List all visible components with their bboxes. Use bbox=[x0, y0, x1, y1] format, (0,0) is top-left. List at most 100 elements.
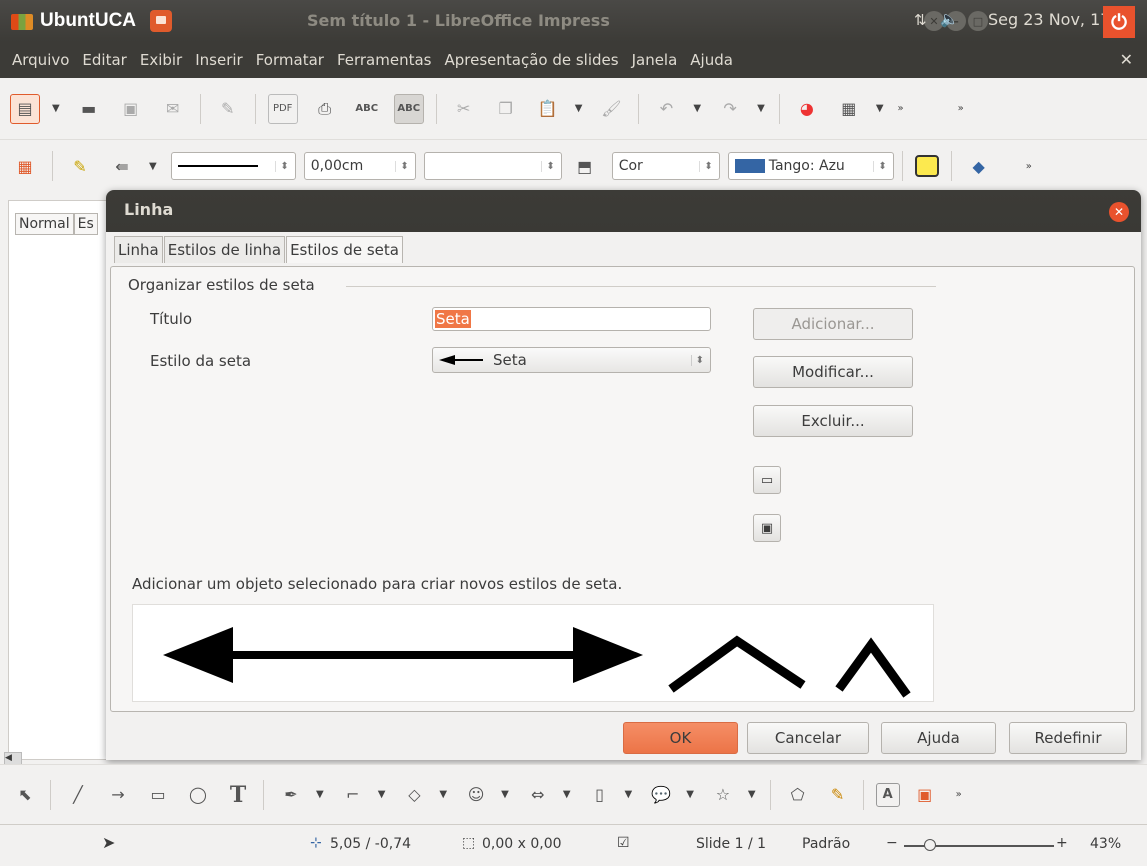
impress-app-icon[interactable] bbox=[150, 10, 173, 32]
toolbar-overflow-icon[interactable]: » bbox=[958, 103, 964, 114]
symbol-shapes-dropdown-icon[interactable]: ▼ bbox=[501, 789, 509, 800]
connector-icon[interactable]: ⌐ bbox=[338, 780, 368, 810]
line-width-field[interactable]: 0,00cm ⬍ bbox=[303, 152, 416, 180]
power-icon[interactable]: ⏻ bbox=[1103, 6, 1135, 38]
area-fill-type-select[interactable]: Cor ⬍ bbox=[611, 152, 720, 180]
cancel-button[interactable]: Cancelar bbox=[747, 722, 869, 754]
arrow-style-icon[interactable]: ⇚ bbox=[107, 151, 137, 181]
menu-exibir[interactable]: Exibir bbox=[140, 51, 182, 69]
window-maximize-icon[interactable]: □ bbox=[968, 11, 988, 31]
insert-image-icon[interactable]: ▣ bbox=[910, 780, 940, 810]
shadow-icon[interactable] bbox=[914, 155, 939, 177]
autospellcheck-icon[interactable]: ABC bbox=[393, 93, 424, 124]
area-fill-color-select[interactable]: Tango: Azu ⬍ bbox=[727, 152, 894, 180]
undo-icon[interactable]: ↶ bbox=[651, 94, 681, 124]
network-icon[interactable]: ⇅ bbox=[914, 11, 927, 29]
tab-estilos-de-linha[interactable]: Estilos de linha bbox=[163, 236, 286, 263]
menu-arquivo[interactable]: Arquivo bbox=[12, 51, 69, 69]
ok-button[interactable]: OK bbox=[623, 722, 738, 754]
more-toolbar-icon[interactable]: » bbox=[898, 103, 904, 114]
toolbar-overflow-icon[interactable]: » bbox=[956, 789, 962, 800]
add-button[interactable]: Adicionar... bbox=[753, 308, 913, 340]
paste-icon[interactable]: 📋 bbox=[533, 94, 563, 124]
save-arrow-styles-button[interactable]: ▣ bbox=[753, 514, 781, 542]
line-tool-icon[interactable]: ╱ bbox=[63, 780, 93, 810]
arrow-style-select[interactable]: Seta ⬍ bbox=[432, 347, 711, 373]
delete-button[interactable]: Excluir... bbox=[753, 405, 913, 437]
line-icon[interactable]: ✎ bbox=[65, 151, 95, 181]
connector-dropdown-icon[interactable]: ▼ bbox=[378, 789, 386, 800]
curve-dropdown-icon[interactable]: ▼ bbox=[316, 789, 324, 800]
fontwork-icon[interactable]: A bbox=[875, 782, 900, 807]
edit-file-icon[interactable]: ✎ bbox=[213, 94, 243, 124]
stars-dropdown-icon[interactable]: ▼ bbox=[748, 789, 756, 800]
title-input[interactable]: Seta bbox=[432, 307, 711, 331]
spellcheck-icon[interactable]: ABC bbox=[352, 94, 382, 124]
slide-icon[interactable]: ▦ bbox=[10, 151, 40, 181]
arrow-style-dropdown-icon[interactable]: ▼ bbox=[149, 161, 157, 172]
volume-icon[interactable]: 🔈 bbox=[940, 10, 959, 28]
new-document-icon[interactable]: ▤ bbox=[10, 93, 40, 124]
redo-icon[interactable]: ↷ bbox=[715, 94, 745, 124]
points-icon[interactable]: ⬠ bbox=[783, 780, 813, 810]
menu-ajuda[interactable]: Ajuda bbox=[690, 51, 733, 69]
open-icon[interactable]: ▬ bbox=[74, 94, 104, 124]
undo-dropdown-icon[interactable]: ▼ bbox=[693, 103, 701, 114]
clone-formatting-icon[interactable]: 🖌 bbox=[596, 94, 626, 124]
email-icon[interactable]: ✉ bbox=[158, 94, 188, 124]
tab-normal[interactable]: Normal bbox=[15, 213, 74, 235]
toolbar-overflow-icon[interactable]: » bbox=[1026, 161, 1032, 172]
dash-launcher[interactable] bbox=[4, 4, 38, 38]
zoom-slider-knob[interactable] bbox=[923, 839, 936, 851]
arrow-line-tool-icon[interactable]: → bbox=[103, 780, 133, 810]
ellipse-icon[interactable]: ◯ bbox=[183, 780, 213, 810]
menu-inserir[interactable]: Inserir bbox=[195, 51, 242, 69]
basic-shapes-icon[interactable]: ◇ bbox=[399, 780, 429, 810]
reset-button[interactable]: Redefinir bbox=[1009, 722, 1127, 754]
menu-apresentacao[interactable]: Apresentação de slides bbox=[444, 51, 618, 69]
new-dropdown-icon[interactable]: ▼ bbox=[52, 103, 60, 114]
menu-editar[interactable]: Editar bbox=[82, 51, 126, 69]
zoom-level[interactable]: 43% bbox=[1090, 836, 1121, 852]
menu-janela[interactable]: Janela bbox=[632, 51, 678, 69]
area-style-icon[interactable]: ⬒ bbox=[570, 151, 600, 181]
text-tool-icon[interactable]: T bbox=[223, 780, 253, 810]
print-icon[interactable]: ⎙ bbox=[310, 94, 340, 124]
close-document-icon[interactable]: ✕ bbox=[1120, 50, 1133, 69]
block-arrows-dropdown-icon[interactable]: ▼ bbox=[563, 789, 571, 800]
table-dropdown-icon[interactable]: ▼ bbox=[876, 103, 884, 114]
flowchart-icon[interactable]: ▯ bbox=[585, 780, 615, 810]
menu-ferramentas[interactable]: Ferramentas bbox=[337, 51, 432, 69]
modify-button[interactable]: Modificar... bbox=[753, 356, 913, 388]
basic-shapes-dropdown-icon[interactable]: ▼ bbox=[439, 789, 447, 800]
transformations-icon[interactable]: ◆ bbox=[964, 151, 994, 181]
chart-icon[interactable]: ◕ bbox=[792, 94, 822, 124]
dialog-close-icon[interactable]: ✕ bbox=[1109, 202, 1129, 222]
callouts-icon[interactable]: 💬 bbox=[646, 780, 676, 810]
save-icon[interactable]: ▣ bbox=[116, 94, 146, 124]
tab-outline[interactable]: Es bbox=[73, 213, 98, 235]
symbol-shapes-icon[interactable]: ☺ bbox=[461, 780, 491, 810]
redo-dropdown-icon[interactable]: ▼ bbox=[757, 103, 765, 114]
table-icon[interactable]: ▦ bbox=[834, 94, 864, 124]
line-color-select[interactable]: ⬍ bbox=[423, 152, 562, 180]
zoom-in-icon[interactable]: + bbox=[1056, 835, 1068, 851]
cut-icon[interactable]: ✂ bbox=[449, 94, 479, 124]
load-arrow-styles-button[interactable]: ▭ bbox=[753, 466, 781, 494]
flowchart-dropdown-icon[interactable]: ▼ bbox=[625, 789, 633, 800]
rectangle-icon[interactable]: ▭ bbox=[143, 780, 173, 810]
glue-points-icon[interactable]: ✎ bbox=[823, 780, 853, 810]
help-button[interactable]: Ajuda bbox=[881, 722, 996, 754]
curve-icon[interactable]: ✒ bbox=[276, 780, 306, 810]
select-icon[interactable]: ⬉ bbox=[10, 780, 40, 810]
export-pdf-icon[interactable]: PDF bbox=[267, 93, 298, 124]
line-style-select[interactable]: ⬍ bbox=[170, 152, 296, 180]
callouts-dropdown-icon[interactable]: ▼ bbox=[686, 789, 694, 800]
block-arrows-icon[interactable]: ⇔ bbox=[523, 780, 553, 810]
copy-icon[interactable]: ❐ bbox=[491, 94, 521, 124]
menu-formatar[interactable]: Formatar bbox=[256, 51, 324, 69]
paste-dropdown-icon[interactable]: ▼ bbox=[575, 103, 583, 114]
tab-linha[interactable]: Linha bbox=[114, 236, 163, 263]
zoom-out-icon[interactable]: − bbox=[886, 835, 898, 851]
stars-icon[interactable]: ☆ bbox=[708, 780, 738, 810]
